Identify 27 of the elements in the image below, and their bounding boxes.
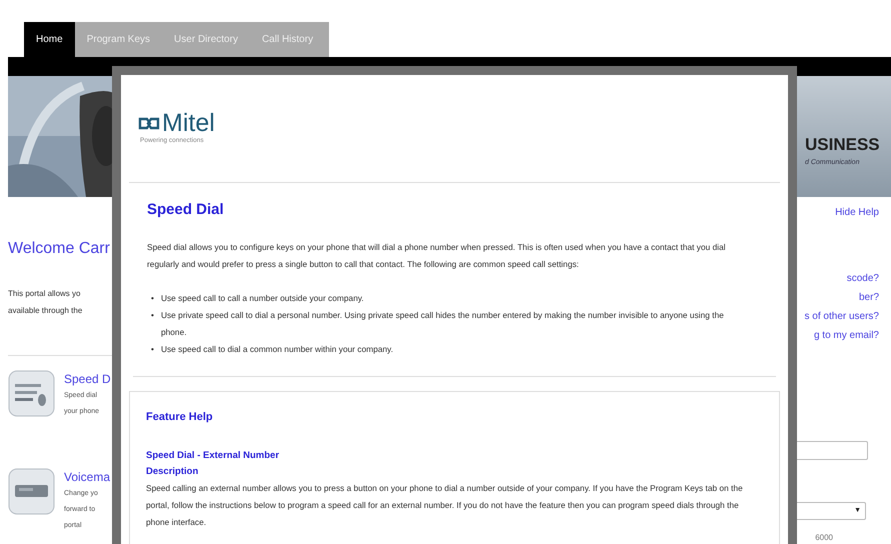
feature-link[interactable]: Speed D [64, 370, 111, 388]
hide-help-link[interactable]: Hide Help [835, 205, 879, 220]
help-paragraph: Speed calling an external number allows you to press a button on your phone to dial a number outside of your company. If you have the Program Keys tab on the portal, follow the instructions below to program a speed call for an external number. If you do not have the feature then you can program speed dials through the phone interface. [146, 482, 744, 530]
number-text: 6000 [815, 532, 833, 544]
help-link[interactable]: s of other users? [804, 309, 879, 324]
help-paragraph: Speed dial allows you to configure keys on your phone that will dial a phone number when pressed. This is often used when you have a contact that you dial regularly and would prefer to press a single button to call that contact. The following are common speed call settings: [147, 241, 727, 272]
bullet-item: Use speed call to call a number outside your company. [160, 292, 364, 306]
logo-icon [138, 117, 160, 130]
bullet-item: Use speed call to dial a common number within your company. [160, 343, 394, 356]
help-link[interactable]: ber? [858, 290, 879, 305]
keypad-icon [8, 370, 55, 417]
feature-link[interactable]: Voicema [64, 468, 110, 486]
bullet-icon: • [151, 341, 154, 358]
topic-title: Speed Dial - External Number [146, 449, 280, 464]
device-icon [8, 468, 55, 515]
help-link[interactable]: g to my email? [814, 328, 879, 343]
bullet-item: Use private speed call to dial a personal number. Using private speed call hides the number entered by making the number invisible to anyone using the phone. [160, 309, 725, 340]
welcome-title: Welcome Carr [8, 239, 110, 259]
bullet-icon: • [151, 290, 154, 308]
logo-text: Mitel [162, 111, 215, 136]
intro-text: This portal allows yo available through the [8, 288, 82, 317]
bullet-icon: • [151, 307, 154, 342]
nav-tab[interactable]: Home [24, 22, 75, 57]
banner-title: USINESS [805, 134, 877, 156]
section-heading: Description [146, 465, 200, 480]
help-title: Speed Dial [147, 200, 225, 220]
help-link[interactable]: scode? [846, 271, 879, 286]
